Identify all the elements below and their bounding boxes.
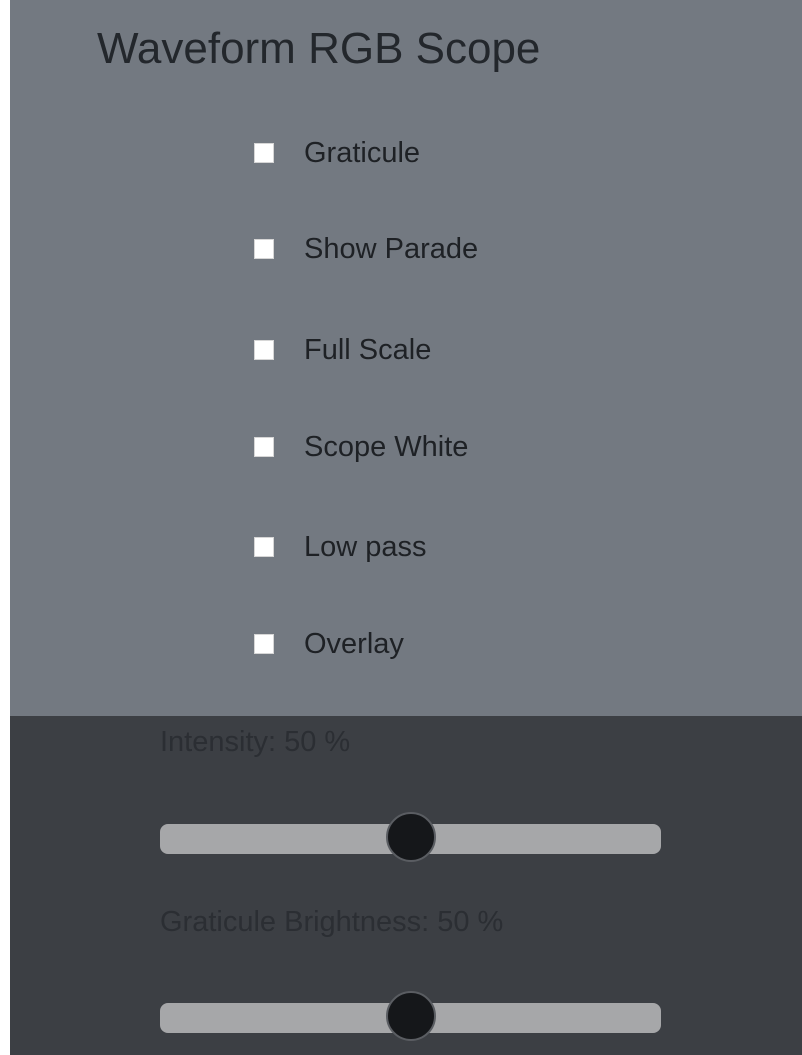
show-parade-option[interactable]: Show Parade bbox=[254, 229, 478, 269]
options-section: Waveform RGB Scope Graticule Show Parade… bbox=[10, 0, 802, 716]
intensity-slider-thumb[interactable] bbox=[385, 812, 436, 862]
low-pass-checkbox[interactable] bbox=[254, 537, 274, 557]
graticule-checkbox[interactable] bbox=[254, 143, 274, 163]
scope-white-checkbox[interactable] bbox=[254, 437, 274, 457]
low-pass-label: Low pass bbox=[304, 530, 427, 563]
graticule-option[interactable]: Graticule bbox=[254, 133, 420, 173]
graticule-brightness-slider-thumb[interactable] bbox=[385, 991, 436, 1041]
intensity-label: Intensity: 50 % bbox=[160, 726, 351, 758]
low-pass-option[interactable]: Low pass bbox=[254, 527, 427, 567]
graticule-label: Graticule bbox=[304, 136, 421, 169]
overlay-option[interactable]: Overlay bbox=[254, 624, 404, 664]
scope-white-label: Scope White bbox=[304, 430, 469, 463]
waveform-rgb-scope-panel: Waveform RGB Scope Graticule Show Parade… bbox=[10, 0, 802, 1055]
show-parade-checkbox[interactable] bbox=[254, 239, 274, 259]
overlay-label: Overlay bbox=[304, 627, 404, 660]
full-scale-label: Full Scale bbox=[304, 333, 432, 366]
overlay-checkbox[interactable] bbox=[254, 634, 274, 654]
scope-white-option[interactable]: Scope White bbox=[254, 427, 468, 467]
graticule-brightness-label: Graticule Brightness: 50 % bbox=[160, 906, 504, 938]
show-parade-label: Show Parade bbox=[304, 232, 479, 265]
full-scale-checkbox[interactable] bbox=[254, 340, 274, 360]
intensity-slider[interactable] bbox=[160, 809, 661, 869]
panel-title: Waveform RGB Scope bbox=[97, 24, 541, 73]
graticule-brightness-slider[interactable] bbox=[160, 988, 661, 1048]
sliders-section: Intensity: 50 % Graticule Brightness: 50… bbox=[10, 716, 802, 1055]
full-scale-option[interactable]: Full Scale bbox=[254, 330, 431, 370]
